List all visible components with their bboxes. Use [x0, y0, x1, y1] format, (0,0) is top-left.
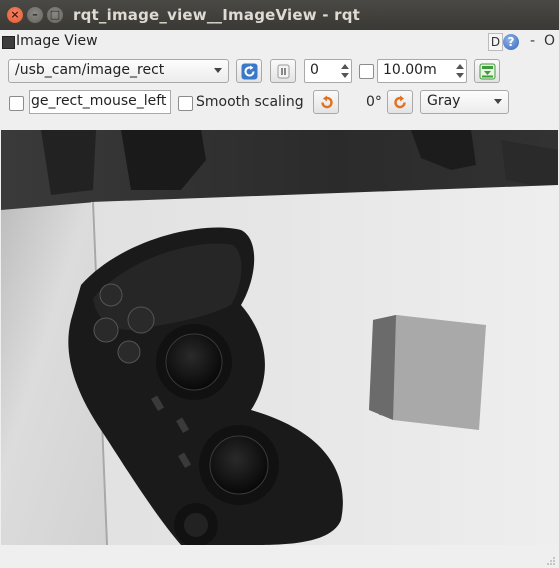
pause-button[interactable] [270, 59, 296, 83]
refresh-icon [241, 63, 258, 80]
time-checkbox[interactable] [359, 64, 374, 79]
rotate-left-icon [321, 95, 333, 109]
window-maximize-button[interactable]: □ [47, 7, 63, 23]
pause-icon [277, 64, 290, 79]
topic-select-value: /usb_cam/image_rect [15, 62, 165, 78]
topic-select[interactable]: /usb_cam/image_rect [8, 59, 229, 83]
window-titlebar: × – □ rqt_image_view__ImageView - rqt [0, 0, 559, 30]
camera-image-view[interactable] [1, 130, 558, 545]
dock-d-button[interactable]: D [488, 33, 503, 51]
window-title: rqt_image_view__ImageView - rqt [73, 6, 360, 24]
mouse-topic-input[interactable]: ge_rect_mouse_left [29, 90, 171, 114]
rotate-right-button[interactable] [387, 90, 413, 114]
resize-grip-icon[interactable] [546, 556, 556, 566]
color-scheme-select[interactable]: Gray [420, 90, 509, 114]
dock-close-button[interactable]: O [544, 33, 555, 49]
counter-spinbox-value: 0 [310, 62, 319, 78]
counter-spinbox[interactable]: 0 [304, 59, 352, 83]
dock-title: Image View [16, 33, 98, 49]
mouse-topic-value: ge_rect_mouse_left [31, 93, 167, 109]
time-spinbox-value: 10.00m [383, 62, 437, 78]
help-icon[interactable]: ? [503, 34, 519, 50]
refresh-topics-button[interactable] [236, 59, 262, 83]
color-scheme-value: Gray [427, 93, 461, 109]
rotation-label: 0° [366, 94, 382, 110]
window-close-button[interactable]: × [7, 7, 23, 23]
smooth-scaling-checkbox[interactable] [178, 96, 193, 111]
save-image-button[interactable] [474, 59, 500, 83]
spin-up-icon[interactable] [341, 64, 349, 69]
time-spinbox[interactable]: 10.00m [377, 59, 467, 83]
mouse-publish-checkbox[interactable] [9, 96, 24, 111]
spin-up-icon[interactable] [456, 64, 464, 69]
rotate-right-icon [394, 95, 406, 109]
save-image-icon [479, 63, 496, 80]
dock-minimize-button[interactable]: - [530, 33, 535, 49]
smooth-scaling-label: Smooth scaling [196, 94, 304, 110]
chevron-down-icon [494, 99, 502, 104]
camera-image [1, 130, 558, 545]
chevron-down-icon [214, 68, 222, 73]
spin-down-icon[interactable] [456, 73, 464, 78]
dock-window-icon [2, 36, 15, 49]
dock-titlebar: Image View D ? - O [0, 32, 559, 52]
window-minimize-button[interactable]: – [27, 7, 43, 23]
spin-down-icon[interactable] [341, 73, 349, 78]
rotate-left-button[interactable] [313, 90, 339, 114]
